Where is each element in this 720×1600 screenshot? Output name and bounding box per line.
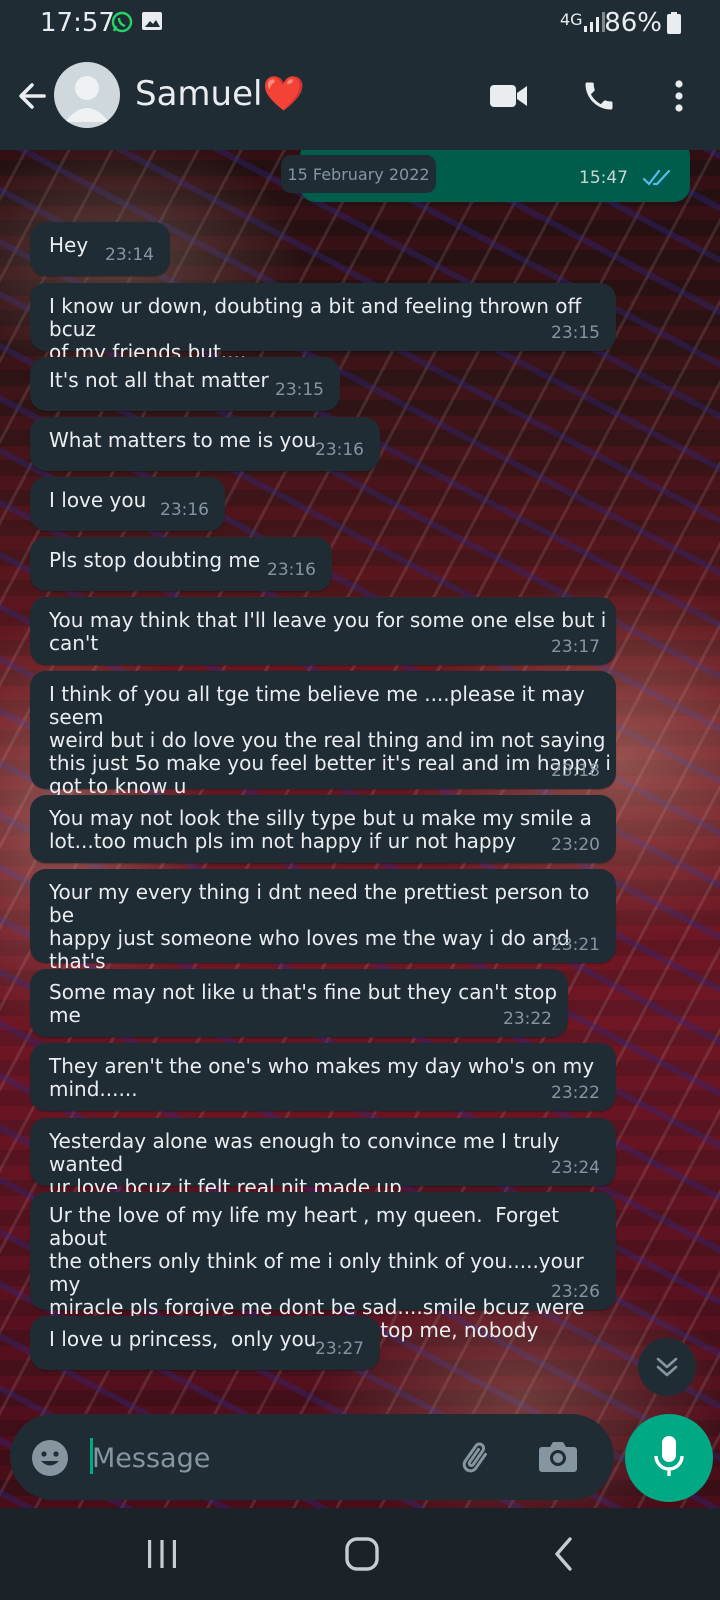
message-bubble[interactable]: It's not all that matter 23:15 bbox=[30, 357, 340, 411]
chat-messages[interactable]: 15:47 15 February 2022 Hey 23:14 I know … bbox=[0, 150, 720, 1415]
avatar[interactable] bbox=[54, 62, 120, 128]
message-bubble[interactable]: Your my every thing i dnt need the prett… bbox=[30, 869, 616, 996]
message-bubble[interactable]: Yesterday alone was enough to convince m… bbox=[30, 1118, 616, 1199]
message-text: You may think that I'll leave you for so… bbox=[49, 608, 607, 655]
message-bubble[interactable]: You may think that I'll leave you for so… bbox=[30, 597, 616, 665]
message-bubble[interactable]: Pls stop doubting me 23:16 bbox=[30, 537, 332, 591]
voice-call-icon[interactable] bbox=[575, 72, 623, 120]
message-text: Pls stop doubting me bbox=[49, 548, 261, 572]
scroll-down-icon[interactable] bbox=[638, 1338, 696, 1396]
message-text: I love you bbox=[49, 488, 147, 512]
message-text: What matters to me is you bbox=[49, 428, 317, 452]
message-time: 23:18 bbox=[551, 761, 600, 781]
whatsapp-icon bbox=[110, 10, 134, 38]
message-text: It's not all that matter bbox=[49, 368, 269, 392]
message-time: 23:21 bbox=[551, 935, 600, 955]
message-time: 23:26 bbox=[551, 1282, 600, 1302]
signal-icon bbox=[584, 12, 606, 36]
camera-icon[interactable] bbox=[538, 1438, 578, 1478]
message-bubble[interactable]: You may not look the silly type but u ma… bbox=[30, 795, 616, 863]
message-time: 15:47 bbox=[579, 168, 628, 188]
message-time: 23:24 bbox=[551, 1158, 600, 1178]
message-time: 23:16 bbox=[160, 500, 209, 520]
message-time: 23:14 bbox=[105, 245, 154, 265]
status-time: 17:57 bbox=[40, 8, 115, 38]
message-text: I think of you all tge time believe me .… bbox=[49, 682, 611, 798]
message-time: 23:15 bbox=[275, 380, 324, 400]
gallery-icon bbox=[141, 10, 163, 36]
message-bubble[interactable]: I love you 23:16 bbox=[30, 477, 225, 531]
message-time: 23:22 bbox=[503, 1009, 552, 1029]
message-time: 23:27 bbox=[315, 1339, 364, 1359]
message-time: 23:20 bbox=[551, 835, 600, 855]
message-text: I love u princess, only you bbox=[49, 1327, 317, 1351]
message-time: 23:17 bbox=[551, 637, 600, 657]
message-bubble[interactable]: I think of you all tge time believe me .… bbox=[30, 671, 616, 798]
contact-name[interactable]: Samuel❤️ bbox=[135, 74, 305, 114]
network-label: 4G bbox=[560, 10, 583, 29]
message-time: 23:22 bbox=[551, 1083, 600, 1103]
nav-back-icon[interactable] bbox=[552, 1536, 576, 1576]
home-icon[interactable] bbox=[344, 1536, 380, 1576]
double-check-icon bbox=[642, 168, 672, 192]
battery-level: 86% bbox=[604, 8, 662, 38]
system-navigation-bar bbox=[0, 1508, 720, 1600]
mic-icon bbox=[652, 1434, 686, 1482]
message-text: Some may not like u that's fine but they… bbox=[49, 980, 564, 1027]
message-time: 23:16 bbox=[267, 560, 316, 580]
message-input-bar bbox=[10, 1414, 614, 1500]
message-bubble[interactable]: What matters to me is you 23:16 bbox=[30, 417, 380, 471]
recent-apps-icon[interactable] bbox=[145, 1538, 179, 1574]
message-bubble[interactable]: I know ur down, doubting a bit and feeli… bbox=[30, 283, 616, 364]
message-bubble[interactable]: Ur the love of my life my heart , my que… bbox=[30, 1192, 616, 1342]
message-input[interactable] bbox=[90, 1434, 434, 1482]
message-text: They aren't the one's who makes my day w… bbox=[49, 1054, 595, 1101]
message-text: You may not look the silly type but u ma… bbox=[49, 806, 592, 853]
message-text: Hey bbox=[49, 233, 89, 257]
message-text: I know ur down, doubting a bit and feeli… bbox=[49, 294, 582, 364]
message-bubble[interactable]: Some may not like u that's fine but they… bbox=[30, 969, 568, 1037]
message-bubble[interactable]: They aren't the one's who makes my day w… bbox=[30, 1043, 616, 1111]
attach-icon[interactable] bbox=[456, 1438, 496, 1482]
more-options-icon[interactable] bbox=[655, 72, 703, 120]
emoji-icon[interactable] bbox=[30, 1438, 70, 1482]
message-time: 23:16 bbox=[315, 440, 364, 460]
back-arrow-icon[interactable] bbox=[8, 72, 56, 120]
video-call-icon[interactable] bbox=[485, 72, 533, 120]
date-chip: 15 February 2022 bbox=[281, 155, 436, 193]
mic-button[interactable] bbox=[625, 1414, 713, 1502]
chat-header: Samuel❤️ bbox=[0, 46, 720, 150]
message-bubble[interactable]: I love u princess, only you 23:27 bbox=[30, 1316, 380, 1370]
status-bar: 17:57 4G 86% bbox=[0, 0, 720, 46]
message-time: 23:15 bbox=[551, 323, 600, 343]
battery-icon bbox=[667, 12, 681, 38]
message-bubble[interactable]: Hey 23:14 bbox=[30, 222, 170, 276]
message-text: Yesterday alone was enough to convince m… bbox=[49, 1129, 560, 1199]
